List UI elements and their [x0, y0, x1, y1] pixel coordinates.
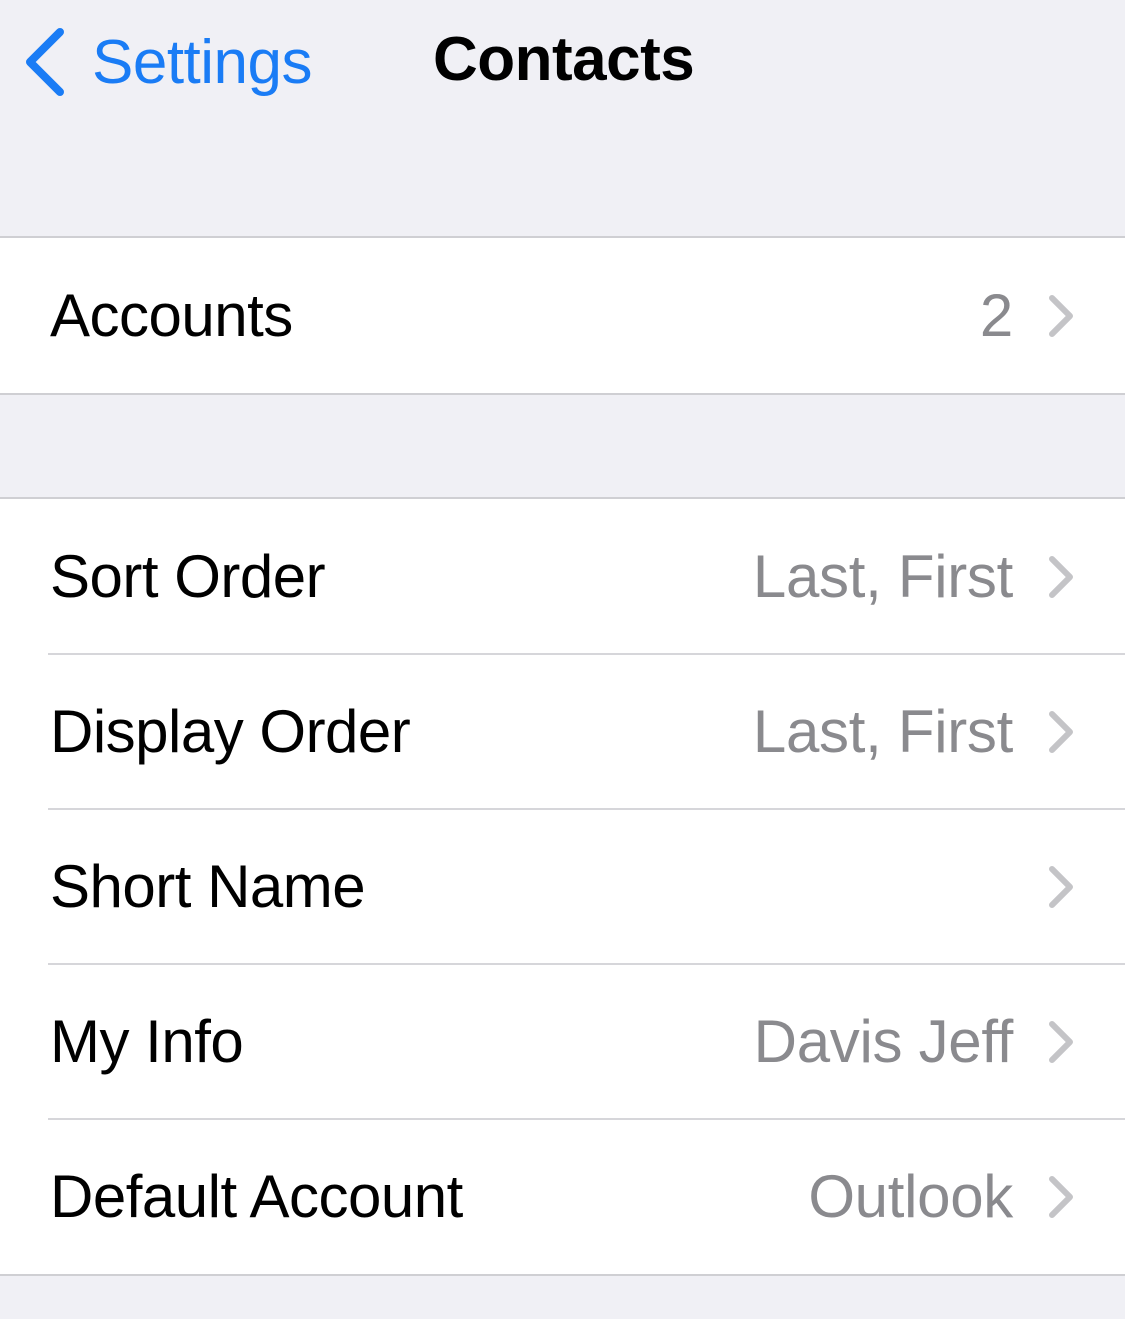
row-label: My Info: [50, 1008, 244, 1075]
chevron-right-icon: [1049, 555, 1073, 598]
row-short-name[interactable]: Short Name: [0, 808, 1125, 964]
row-value: Outlook: [808, 1163, 1013, 1230]
row-label: Default Account: [50, 1163, 463, 1230]
row-value: Last, First: [752, 543, 1013, 610]
chevron-right-icon: [1049, 294, 1073, 337]
chevron-right-icon: [1049, 710, 1073, 753]
back-button[interactable]: Settings: [22, 22, 313, 102]
row-label: Display Order: [50, 698, 411, 765]
navigation-bar: Settings Contacts: [0, 0, 1125, 130]
accounts-group: Accounts 2: [0, 236, 1125, 395]
row-label: Sort Order: [50, 543, 326, 610]
row-value: Last, First: [752, 698, 1013, 765]
row-sort-order[interactable]: Sort Order Last, First: [0, 499, 1125, 654]
row-value: 2: [979, 282, 1013, 349]
row-accounts[interactable]: Accounts 2: [0, 238, 1125, 393]
row-label: Short Name: [50, 853, 366, 920]
contacts-preferences-group: Sort Order Last, First Display Order Las…: [0, 497, 1125, 1276]
chevron-right-icon: [1049, 865, 1073, 908]
row-value: Davis Jeff: [753, 1008, 1014, 1075]
page-title: Contacts: [433, 25, 695, 94]
chevron-left-icon: [26, 28, 64, 96]
back-button-label: Settings: [92, 27, 313, 97]
row-label: Accounts: [50, 282, 293, 349]
chevron-right-icon: [1049, 1175, 1073, 1218]
row-my-info[interactable]: My Info Davis Jeff: [0, 963, 1125, 1119]
row-display-order[interactable]: Display Order Last, First: [0, 653, 1125, 809]
row-default-account[interactable]: Default Account Outlook: [0, 1118, 1125, 1274]
chevron-right-icon: [1049, 1020, 1073, 1063]
